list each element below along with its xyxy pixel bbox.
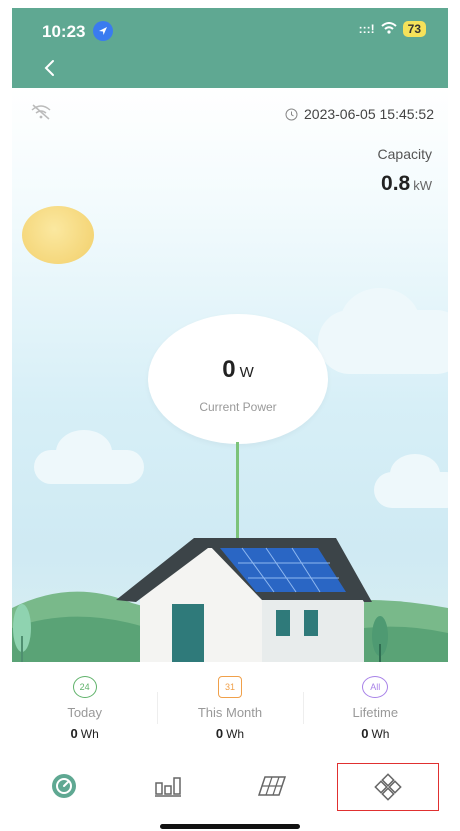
energy-stats: 24 Today 0 Wh 31 This Month 0 Wh All Lifet… [12, 668, 448, 748]
this-month-label: This Month [197, 705, 263, 720]
stat-today[interactable]: 24 Today 0 Wh [12, 668, 157, 748]
lifetime-icon-text: All [370, 682, 381, 692]
home-indicator [160, 824, 300, 829]
lifetime-number: 0 [361, 726, 369, 741]
battery-indicator: 73 [402, 21, 426, 37]
today-icon-text: 24 [79, 682, 90, 692]
tab-statistics[interactable] [116, 760, 220, 812]
stat-this-month[interactable]: 31 This Month 0 Wh [157, 668, 302, 748]
today-value: 0 Wh [71, 726, 99, 741]
bar-chart-icon [155, 777, 181, 797]
signal-icon: :::! [358, 22, 375, 36]
this-month-value: 0 Wh [216, 726, 244, 741]
month-icon-text: 31 [224, 682, 235, 692]
lifetime-label: Lifetime [352, 705, 399, 720]
calendar-today-icon: 24 [72, 676, 97, 698]
calendar-month-icon: 31 [217, 676, 242, 698]
house-illustration [12, 538, 448, 662]
tab-device[interactable] [336, 762, 440, 812]
back-button[interactable] [38, 56, 62, 80]
chevron-left-icon [44, 60, 54, 76]
solar-panel-icon [258, 776, 286, 796]
today-unit: Wh [80, 727, 99, 741]
gauge-icon [52, 774, 76, 798]
device-icon [374, 773, 402, 801]
status-time: 10:23 [42, 22, 86, 41]
wifi-icon [380, 21, 397, 37]
status-indicators: :::! 73 [359, 21, 426, 37]
today-number: 0 [70, 726, 78, 741]
lifetime-unit: Wh [371, 727, 390, 741]
stat-lifetime[interactable]: All Lifetime 0 Wh [302, 668, 448, 748]
app-header: 10:23 :::! 73 [12, 8, 448, 88]
today-label: Today [67, 705, 103, 720]
this-month-unit: Wh [226, 727, 245, 741]
this-month-number: 0 [215, 726, 224, 741]
location-icon [93, 21, 113, 41]
tab-panels[interactable] [220, 760, 324, 812]
power-overview: 2023-06-05 15:45:52 Capacity 0.8 kW 0W Cu… [12, 88, 448, 662]
bottom-tab-bar [12, 760, 448, 812]
tab-overview[interactable] [12, 760, 116, 812]
lifetime-icon: All [362, 676, 389, 698]
lifetime-value: 0 Wh [361, 726, 389, 741]
